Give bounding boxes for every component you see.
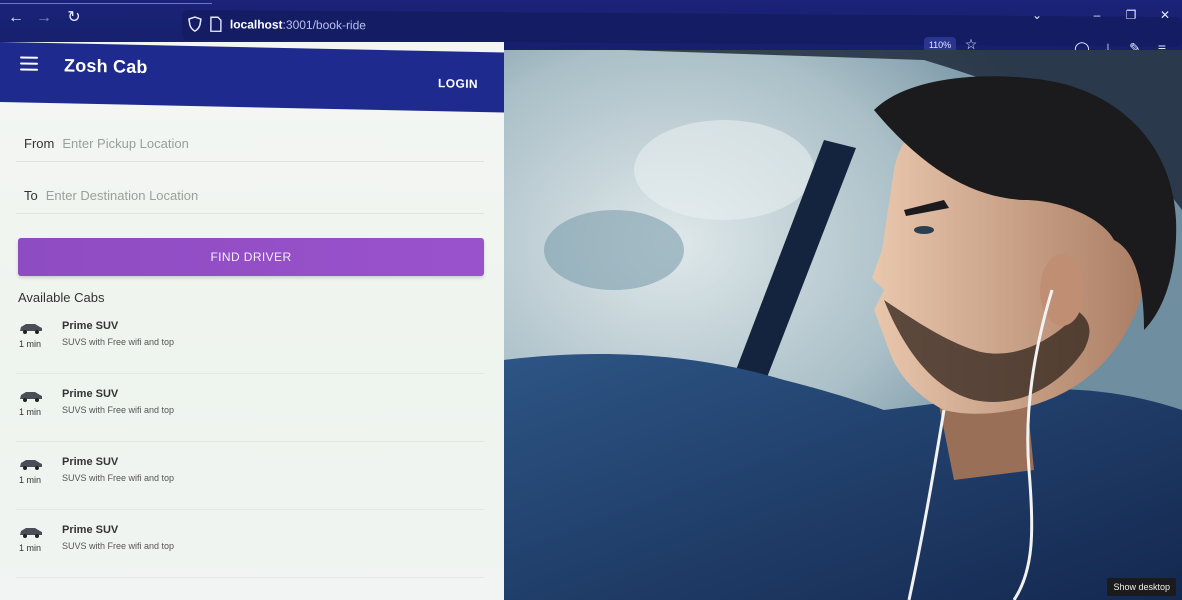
reload-button[interactable]: ↻ [64, 8, 84, 28]
cab-eta: 1 min [19, 475, 42, 485]
show-desktop-tooltip[interactable]: Show desktop [1107, 578, 1176, 596]
cab-list-item[interactable]: 1 min Prime SUV SUVS with Free wifi and … [16, 380, 484, 442]
cab-name: Prime SUV [62, 456, 119, 468]
forward-button[interactable]: → [34, 8, 54, 28]
car-icon [20, 392, 42, 402]
hero-image: Show desktop [504, 50, 1182, 600]
menu-button[interactable] [20, 56, 38, 71]
driver-illustration [504, 50, 1182, 600]
login-button[interactable]: LOGIN [438, 76, 478, 91]
close-icon: ✕ [1159, 8, 1171, 22]
find-driver-button[interactable]: FIND DRIVER [18, 238, 484, 276]
arrow-left-icon: ← [8, 9, 24, 26]
app-root: Zosh Cab LOGIN From To FIND DRIVER Avail… [0, 42, 1182, 600]
close-window-button[interactable]: ✕ [1156, 6, 1174, 24]
cab-list-item[interactable]: 1 min Prime SUV SUVS with Free wifi and … [16, 312, 484, 374]
destination-label: To [24, 188, 38, 203]
url-host: localhost [229, 17, 283, 32]
page-icon [210, 16, 222, 32]
tab-strip-edge [0, 0, 212, 4]
url-text[interactable]: localhost:3001/book-ride [230, 17, 366, 32]
cab-name: Prime SUV [62, 320, 119, 332]
reload-icon: ↻ [67, 9, 81, 26]
pickup-field[interactable]: From [16, 126, 484, 162]
pickup-label: From [24, 136, 55, 151]
cab-description: SUVS with Free wifi and top [62, 405, 175, 415]
back-button[interactable]: ← [6, 8, 26, 28]
url-path: :3001/book-ride [282, 17, 367, 33]
cab-eta: 1 min [19, 339, 42, 349]
available-cabs-title: Available Cabs [18, 290, 105, 305]
cab-description: SUVS with Free wifi and top [62, 473, 175, 483]
booking-panel: Zosh Cab LOGIN From To FIND DRIVER Avail… [0, 42, 504, 600]
destination-input[interactable] [45, 188, 426, 203]
car-icon [20, 460, 42, 470]
app-bar: Zosh Cab LOGIN [0, 42, 504, 113]
car-icon [20, 528, 42, 538]
restore-button[interactable]: ❐ [1122, 6, 1140, 24]
cab-eta: 1 min [19, 543, 42, 553]
cab-eta: 1 min [19, 407, 42, 417]
arrow-right-icon: → [36, 9, 52, 26]
brand-title: Zosh Cab [64, 55, 148, 78]
cab-name: Prime SUV [62, 524, 119, 536]
destination-field[interactable]: To [16, 178, 484, 214]
cab-description: SUVS with Free wifi and top [62, 541, 175, 551]
chevron-down-icon: ⌄ [1031, 8, 1043, 22]
minimize-button[interactable]: – [1088, 6, 1106, 24]
tab-list-button[interactable]: ⌄ [1028, 6, 1046, 24]
cab-name: Prime SUV [62, 388, 119, 400]
cab-list-item[interactable]: 1 min Prime SUV SUVS with Free wifi and … [16, 516, 484, 578]
cab-description: SUVS with Free wifi and top [62, 337, 175, 347]
shield-icon[interactable] [188, 16, 202, 32]
cab-list-item[interactable]: 1 min Prime SUV SUVS with Free wifi and … [16, 448, 484, 510]
car-icon [20, 324, 42, 334]
pickup-input[interactable] [62, 136, 443, 151]
